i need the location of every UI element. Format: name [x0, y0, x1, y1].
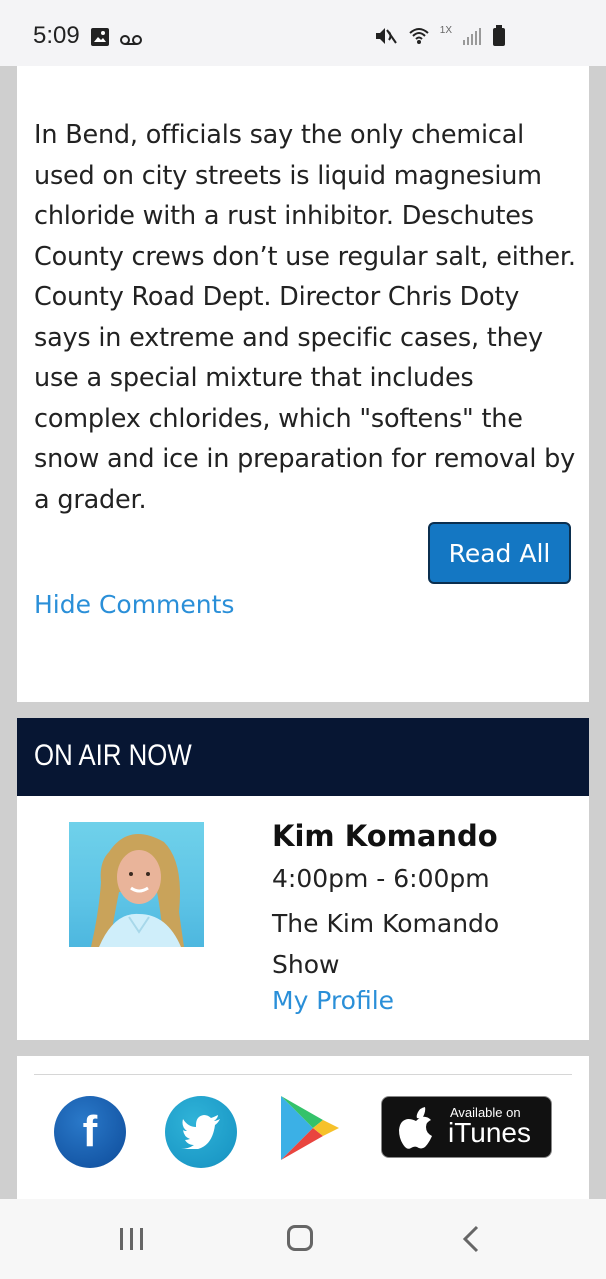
signal-icon — [462, 26, 482, 51]
hide-comments-link[interactable]: Hide Comments — [34, 590, 234, 619]
voicemail-icon — [120, 29, 142, 51]
show-time: 4:00pm - 6:00pm — [272, 864, 490, 893]
facebook-letter: f — [82, 1107, 98, 1156]
back-icon[interactable] — [460, 1225, 482, 1258]
wifi-icon — [408, 25, 430, 52]
home-icon[interactable] — [287, 1225, 313, 1251]
nav-bar — [0, 1199, 606, 1279]
google-play-icon[interactable] — [279, 1094, 341, 1162]
network-label: 1X — [439, 25, 452, 36]
twitter-icon[interactable] — [165, 1096, 237, 1168]
on-air-title: ON AIR NOW — [34, 739, 192, 772]
image-icon — [90, 27, 110, 52]
article-body: In Bend, officials say the only chemical… — [34, 120, 576, 515]
host-photo[interactable] — [69, 822, 204, 947]
host-name[interactable]: Kim Komando — [272, 819, 498, 853]
my-profile-link[interactable]: My Profile — [272, 986, 394, 1015]
mute-icon — [374, 25, 398, 52]
recents-icon[interactable] — [118, 1227, 146, 1256]
facebook-icon[interactable]: f — [54, 1096, 126, 1168]
on-air-header: ON AIR NOW — [17, 718, 589, 796]
read-all-button[interactable]: Read All — [428, 522, 571, 584]
battery-icon — [492, 25, 506, 52]
divider — [34, 1074, 572, 1075]
status-bar: 5:09 1X — [0, 0, 606, 66]
show-title: The Kim Komando Show — [272, 909, 500, 979]
itunes-button[interactable]: Available on iTunes — [381, 1096, 552, 1158]
social-card: f Available on iTunes — [17, 1056, 589, 1216]
apple-icon — [398, 1107, 434, 1154]
article-card: In Bend, officials say the only chemical… — [17, 66, 589, 702]
on-air-card: ON AIR NOW Kim Komando 4:00pm - 6:00pm T… — [17, 718, 589, 1040]
status-time: 5:09 — [33, 22, 80, 49]
itunes-big-text: iTunes — [448, 1117, 532, 1148]
